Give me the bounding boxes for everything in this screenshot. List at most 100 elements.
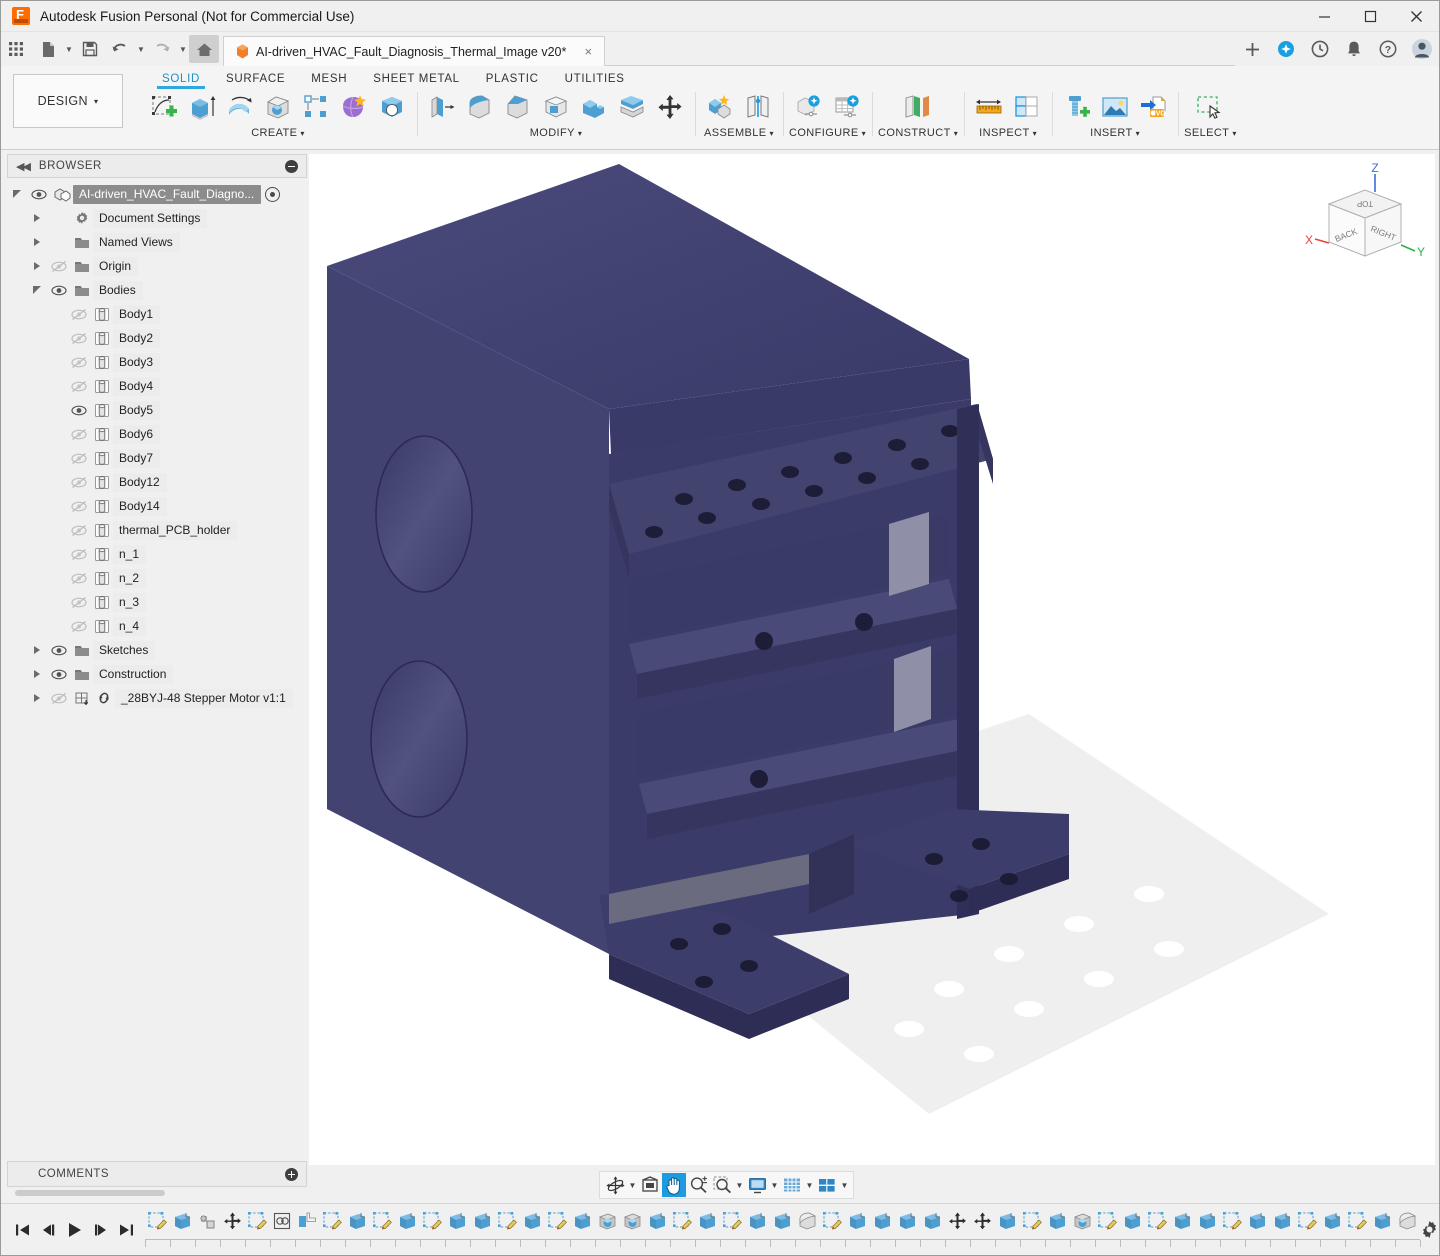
timeline-feature-extrude[interactable] xyxy=(170,1208,195,1236)
timeline-feature-sketch[interactable] xyxy=(545,1208,570,1236)
ribbon-tab-solid[interactable]: SOLID xyxy=(149,73,213,89)
browser-item-label[interactable]: Body6 xyxy=(113,424,161,444)
hole-icon[interactable] xyxy=(259,89,297,125)
zoom-window-icon[interactable] xyxy=(710,1173,734,1197)
visibility-eye-off-icon[interactable] xyxy=(67,428,91,441)
new-component-icon[interactable] xyxy=(701,89,739,125)
new-tab-button[interactable] xyxy=(1235,32,1269,66)
timeline-feature-sketch[interactable] xyxy=(1345,1208,1370,1236)
document-tab[interactable]: AI-driven_HVAC_Fault_Diagnosis_Thermal_I… xyxy=(223,36,606,66)
ribbon-panel-configure-label[interactable]: CONFIGURE ▾ xyxy=(789,127,866,139)
browser-tree-item[interactable]: n_4 xyxy=(7,614,307,638)
timeline-feature-extrude[interactable] xyxy=(1370,1208,1395,1236)
extrude-icon[interactable] xyxy=(183,89,221,125)
viewports-caret-icon[interactable]: ▼ xyxy=(839,1173,850,1197)
move-copy-icon[interactable] xyxy=(651,89,689,125)
timeline-feature-extrude[interactable] xyxy=(645,1208,670,1236)
browser-item-label[interactable]: Body14 xyxy=(113,496,167,516)
timeline-feature-extrude[interactable] xyxy=(345,1208,370,1236)
select-window-icon[interactable] xyxy=(1191,89,1229,125)
browser-minimize-icon[interactable] xyxy=(285,159,298,173)
zoom-window-caret-icon[interactable]: ▼ xyxy=(734,1173,745,1197)
timeline-feature-sketch[interactable] xyxy=(1095,1208,1120,1236)
ribbon-tab-surface[interactable]: SURFACE xyxy=(213,73,298,88)
browser-tree-item[interactable]: n_3 xyxy=(7,590,307,614)
split-face-icon[interactable] xyxy=(613,89,651,125)
undo-icon[interactable] xyxy=(105,35,135,63)
browser-item-label[interactable]: AI-driven_HVAC_Fault_Diagno... xyxy=(73,184,262,204)
browser-item-label[interactable]: n_3 xyxy=(113,592,147,612)
visibility-eye-icon[interactable] xyxy=(47,644,71,657)
browser-tree-root[interactable]: AI-driven_HVAC_Fault_Diagno... xyxy=(7,182,307,206)
redo-caret-icon[interactable]: ▼ xyxy=(177,35,189,63)
undo-caret-icon[interactable]: ▼ xyxy=(135,35,147,63)
timeline-feature-sketch[interactable] xyxy=(420,1208,445,1236)
timeline-feature-extrude[interactable] xyxy=(520,1208,545,1236)
ribbon-panel-inspect-label[interactable]: INSPECT ▾ xyxy=(979,127,1037,139)
browser-item-label[interactable]: Named Views xyxy=(93,232,180,252)
measure-icon[interactable] xyxy=(970,89,1008,125)
browser-item-label[interactable]: Body7 xyxy=(113,448,161,468)
ribbon-panel-construct-label[interactable]: CONSTRUCT ▾ xyxy=(878,127,958,139)
browser-tree-item[interactable]: Construction xyxy=(7,662,307,686)
display-settings-icon[interactable] xyxy=(745,1173,769,1197)
ribbon-panel-create-label[interactable]: CREATE ▾ xyxy=(251,127,305,139)
browser-item-label[interactable]: thermal_PCB_holder xyxy=(113,520,238,540)
browser-collapse-icon[interactable]: ◀◀ xyxy=(16,160,31,173)
browser-tree-item[interactable]: thermal_PCB_holder xyxy=(7,518,307,542)
visibility-eye-off-icon[interactable] xyxy=(67,620,91,633)
twisty-closed-icon[interactable] xyxy=(27,238,47,246)
visibility-eye-off-icon[interactable] xyxy=(47,260,71,273)
timeline-feature-rigid-group[interactable] xyxy=(270,1208,295,1236)
visibility-eye-off-icon[interactable] xyxy=(67,308,91,321)
browser-tree-item[interactable]: n_2 xyxy=(7,566,307,590)
visibility-eye-icon[interactable] xyxy=(47,284,71,297)
timeline-feature-sketch[interactable] xyxy=(1295,1208,1320,1236)
timeline-feature-hole[interactable] xyxy=(595,1208,620,1236)
timeline-feature-hole[interactable] xyxy=(1070,1208,1095,1236)
twisty-open-icon[interactable] xyxy=(7,190,27,198)
shell-icon[interactable] xyxy=(537,89,575,125)
browser-tree-item[interactable]: Body5 xyxy=(7,398,307,422)
timeline-feature-sketch[interactable] xyxy=(145,1208,170,1236)
timeline-feature-extrude[interactable] xyxy=(895,1208,920,1236)
timeline-feature-extrude[interactable] xyxy=(845,1208,870,1236)
browser-tree-item[interactable]: Body7 xyxy=(7,446,307,470)
timeline-feature-fillet[interactable] xyxy=(1395,1208,1420,1236)
browser-tree-item[interactable]: Body2 xyxy=(7,326,307,350)
combine-icon[interactable] xyxy=(575,89,613,125)
orbit-caret-icon[interactable]: ▼ xyxy=(627,1173,638,1197)
browser-item-label[interactable]: _28BYJ-48 Stepper Motor v1:1 xyxy=(115,688,293,708)
visibility-eye-off-icon[interactable] xyxy=(67,332,91,345)
chamfer-icon[interactable] xyxy=(499,89,537,125)
timeline-feature-sketch[interactable] xyxy=(670,1208,695,1236)
timeline-feature-move[interactable] xyxy=(945,1208,970,1236)
twisty-closed-icon[interactable] xyxy=(27,670,47,678)
twisty-closed-icon[interactable] xyxy=(27,262,47,270)
orbit-icon[interactable] xyxy=(603,1173,627,1197)
cylinder-icon[interactable] xyxy=(373,89,411,125)
browser-tree-item[interactable]: _28BYJ-48 Stepper Motor v1:1 xyxy=(7,686,307,710)
browser-tree-item[interactable]: Body1 xyxy=(7,302,307,326)
save-icon[interactable] xyxy=(75,35,105,63)
timeline-feature-extrude[interactable] xyxy=(470,1208,495,1236)
app-grid-icon[interactable] xyxy=(1,35,31,63)
workspace-switcher-button[interactable]: DESIGN ▾ xyxy=(13,74,123,128)
browser-item-label[interactable]: n_4 xyxy=(113,616,147,636)
timeline-feature-extrude[interactable] xyxy=(570,1208,595,1236)
look-at-icon[interactable] xyxy=(638,1173,662,1197)
twisty-closed-icon[interactable] xyxy=(27,214,47,222)
visibility-eye-off-icon[interactable] xyxy=(67,596,91,609)
timeline-feature-extrude[interactable] xyxy=(1120,1208,1145,1236)
timeline-feature-sketch[interactable] xyxy=(245,1208,270,1236)
visibility-eye-off-icon[interactable] xyxy=(67,356,91,369)
browser-tree-item[interactable]: Origin xyxy=(7,254,307,278)
timeline-feature-extrude[interactable] xyxy=(1245,1208,1270,1236)
timeline-feature-extrude[interactable] xyxy=(745,1208,770,1236)
twisty-closed-icon[interactable] xyxy=(27,694,47,702)
display-settings-caret-icon[interactable]: ▼ xyxy=(769,1173,780,1197)
visibility-eye-off-icon[interactable] xyxy=(67,572,91,585)
pan-hand-icon[interactable] xyxy=(662,1173,686,1197)
press-pull-icon[interactable] xyxy=(423,89,461,125)
browser-tree-item[interactable]: Named Views xyxy=(7,230,307,254)
